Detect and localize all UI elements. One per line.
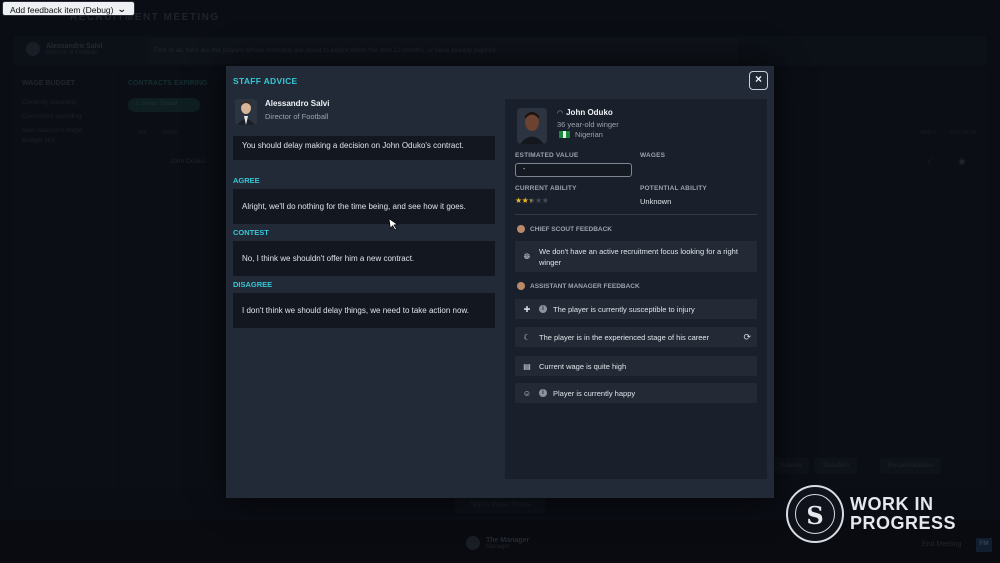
assistant-feedback-item: ☾ The player is in the experienced stage… [515,327,757,347]
star-icon: ★ [515,196,522,205]
fm-logo: FM [976,538,992,552]
advisor-name: Alessandro Salvi [265,99,330,108]
close-icon: × [754,72,762,86]
chief-scout-feedback-item: 🌐︎ We don't have an active recruitment f… [515,241,757,272]
eye-icon[interactable]: ◉ [958,156,966,167]
background-intro-text: First of all, here are the players whose… [148,38,738,64]
assistant-feedback-item: ☺ i Player is currently happy [515,383,757,403]
nationality: Nigerian [559,130,603,139]
table-row[interactable]: John Oduko [170,158,205,165]
modal-title: STAFF ADVICE [233,76,298,86]
logo-letter: S [806,501,824,530]
responsibilities-button[interactable]: Responsibilities [880,458,942,474]
info-icon[interactable]: i [539,305,547,313]
avatar [466,536,480,550]
contest-option[interactable]: No, I think we shouldn't offer him a new… [233,241,495,276]
assistant-feedback-item: ▤ Current wage is quite high [515,356,757,376]
end-meeting-button[interactable]: End Meeting [922,541,961,548]
advisor-avatar [235,99,257,125]
half-star-icon: ★ [528,196,536,205]
senior-squad-pill[interactable]: 1 Senior Squad [128,98,200,112]
refresh-icon[interactable]: ⟳ [743,332,751,343]
chief-scout-feedback-title: CHIEF SCOUT FEEDBACK [517,225,612,233]
current-ability-stars: ★★★★★ [515,196,549,205]
background-person-role: Director of Football [46,49,97,56]
background-person: Alessandro Salvi Director of Football [26,42,102,56]
contracts-expiring-title: CONTRACTS EXPIRING [128,80,208,87]
star-icon: ★ [541,196,549,205]
avatar [517,225,525,233]
watermark-line-2: PROGRESS [850,513,957,533]
contest-heading: CONTEST [233,228,269,237]
player-name-row[interactable]: ◠ John Oduko [557,108,613,117]
wage-budget-line: Budget N/A [22,137,56,144]
watermark-line-1: WORK IN [850,494,934,514]
mouse-cursor-icon [388,216,400,234]
star-icon: ★ [535,196,542,205]
assistant-feedback-text: The player is currently susceptible to i… [553,304,695,314]
manager-subtitle: Manager [486,543,510,550]
assistant-feedback-text: The player is in the experienced stage o… [539,332,710,342]
headset-icon: ◠ [557,109,564,117]
avatar [517,282,525,290]
happiness-icon: ☺ [522,388,532,398]
player-avatar[interactable] [517,108,547,144]
wage-budget-title: WAGE BUDGET [22,80,75,87]
medical-bag-icon: ✚ [523,304,531,314]
add-feedback-debug-button[interactable]: Add feedback item (Debug) ⌄ [2,1,136,16]
background-left-panel [14,72,118,490]
wage-budget-line: Committed spending [22,113,82,120]
estimated-value-label: ESTIMATED VALUE [515,152,579,159]
column-header: DECISION [950,130,977,136]
document-icon: ▤ [523,361,531,371]
globe-icon: 🌐︎ [523,251,531,261]
potential-ability-value: Unknown [640,197,672,206]
column-header: INF [138,130,147,136]
current-ability-label: CURRENT ABILITY [515,185,577,192]
check-icon: ✓ [926,156,934,166]
chevron-down-icon: ⌄ [117,4,128,14]
disagree-option[interactable]: I don't think we should delay things, we… [233,293,495,328]
column-header: NAME [162,130,178,136]
advisor-role: Director of Football [265,112,329,121]
agree-heading: AGREE [233,176,260,185]
assistant-manager-feedback-title: ASSISTANT MANAGER FEEDBACK [517,282,640,290]
logo-inner-ring: S [795,494,835,534]
wage-budget-line: Next Season's Wage [22,127,83,134]
manager-info: The Manager Manager [466,536,529,550]
advice-text: You should delay making a decision on Jo… [233,136,495,160]
wages-label: WAGES [640,152,666,159]
column-header: APPLY [920,130,938,136]
nationality-label: Nigerian [575,130,603,139]
agree-option[interactable]: Alright, we'll do nothing for the time b… [233,189,495,224]
chief-scout-feedback-text: We don't have an active recruitment focu… [539,246,738,267]
moon-icon: ☾ [523,332,531,342]
player-name[interactable]: John Oduko [566,108,613,117]
transfers-button[interactable]: Transfers [814,458,858,474]
disagree-heading: DISAGREE [233,280,273,289]
info-icon[interactable]: i [539,389,547,397]
assistant-feedback-text: Player is currently happy [553,388,636,398]
player-description: 36 year-old winger [557,120,619,129]
divider [515,214,757,215]
background-person-name: Alessandro Salvi [46,42,103,50]
actions-button[interactable]: Actions [772,458,810,474]
wage-budget-line: Currently spending [22,99,77,106]
skip-to-player-status-button[interactable]: Skip to Player Status [455,497,545,513]
assistant-feedback-item: ✚ i The player is currently susceptible … [515,299,757,319]
debug-button-label: Add feedback item (Debug) [10,4,114,15]
sports-interactive-logo: S [786,485,844,543]
avatar [26,42,40,56]
close-button[interactable]: × [749,71,768,90]
estimated-value-field: - [515,163,632,177]
chief-scout-feedback-label: CHIEF SCOUT FEEDBACK [530,225,612,233]
assistant-feedback-text: Current wage is quite high [539,361,627,371]
manager-name: The Manager [486,536,530,544]
assistant-manager-feedback-label: ASSISTANT MANAGER FEEDBACK [530,282,640,290]
potential-ability-label: POTENTIAL ABILITY [640,185,707,192]
nigeria-flag-icon [559,131,571,138]
